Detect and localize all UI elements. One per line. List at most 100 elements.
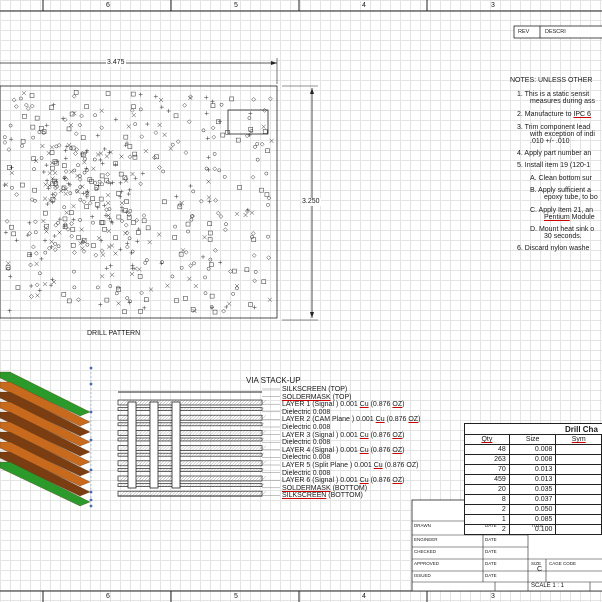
drill-symbol-cell <box>555 464 602 475</box>
via-layer-text: LAYER 6 (Signal ) 0.001 <box>282 477 360 485</box>
via-layer-text: OZ <box>392 477 403 485</box>
table-row: 20 0.035 <box>464 484 602 495</box>
drill-qty: 263 <box>464 454 510 465</box>
dimension-height: 3.250 <box>301 198 321 206</box>
drill-symbol-cell <box>555 514 602 525</box>
table-row: 2 0.050 <box>464 504 602 515</box>
table-row: 8 0.037 <box>464 494 602 505</box>
date-label: DATE <box>485 549 497 554</box>
via-layer-text: (0.876 <box>368 477 393 485</box>
via-layer-text: OZ <box>392 431 403 439</box>
via-layer-text: LAYER 3 (Signal ) 0.001 <box>282 431 360 439</box>
drill-chart-header-qty: Qty <box>464 434 510 445</box>
via-layer-text: ) <box>418 416 421 424</box>
drill-chart-title: Drill Cha <box>565 425 598 434</box>
drill-size: 0.035 <box>508 484 557 495</box>
note-5a: A. Clean bottom sur <box>530 175 592 182</box>
drill-qty: 8 <box>464 494 510 505</box>
issued-label: ISSUED <box>414 573 431 578</box>
note-5b-cont: epoxy tube, to bo <box>544 194 598 201</box>
via-layer-text: (0.876 <box>368 431 393 439</box>
drill-pattern-label: DRILL PATTERN <box>87 330 141 337</box>
checked-label: CHECKED <box>414 549 437 554</box>
rev-column-header: REV <box>518 29 530 35</box>
note-2: 2. Manufacture to IPC 6 <box>517 111 591 118</box>
note-3-tolerance: .010 +/- .010 <box>530 138 570 145</box>
date-label: DATE <box>485 573 497 578</box>
via-layer-text: SOLDERMASK <box>282 393 331 401</box>
notes-title: NOTES: UNLESS OTHER <box>510 77 593 84</box>
drill-size: 0.037 <box>508 494 557 505</box>
cage-code-label: CAGE CODE <box>549 561 577 566</box>
via-layer-text: (BOTTOM) <box>330 484 368 492</box>
date-label: DATE <box>485 523 497 528</box>
drill-chart-table: Qty Size Sym 48 0.008 263 0.008 70 0.013 45… <box>464 434 602 535</box>
drill-qty: 20 <box>464 484 510 495</box>
size-value: C <box>537 566 543 573</box>
table-row: 70 0.013 <box>464 464 602 475</box>
date-label: DATE <box>485 537 497 542</box>
drill-symbol-cell <box>555 504 602 515</box>
via-layer-label: SILKSCREEN (BOTTOM) <box>282 492 363 500</box>
note-5c-cont: Pentium Module <box>544 214 595 221</box>
drill-symbol-cell <box>555 454 602 465</box>
table-row: 263 0.008 <box>464 454 602 465</box>
drill-chart-header-row: Qty Size Sym <box>464 434 602 445</box>
via-layer-text: LAYER 1 (Signal ) 0.001 <box>282 401 360 409</box>
via-layer-text: (BOTTOM) <box>326 492 363 500</box>
via-layer-text: Cu <box>359 401 369 409</box>
drawn-label: DRAWN <box>414 523 431 528</box>
note-1-cont: measures during ass <box>530 98 595 105</box>
drill-size: 0.008 <box>508 444 557 455</box>
table-row: 459 0.013 <box>464 474 602 485</box>
via-layer-text: (TOP) <box>330 393 352 401</box>
approved-label: APPROVED <box>414 561 440 566</box>
via-layer-text: ) <box>402 401 405 409</box>
via-layer-text: Dielectric 0.008 <box>282 469 331 477</box>
via-layer-text: Cu <box>359 431 369 439</box>
drill-symbol-cell <box>555 474 602 485</box>
via-layer-text: Cu <box>359 446 369 454</box>
via-layer-text: (0.876 <box>368 446 393 454</box>
drill-symbol-cell <box>555 484 602 495</box>
note-6: 6. Discard nylon washe <box>517 245 590 252</box>
via-layer-text: (0.876 OZ) <box>382 462 419 469</box>
via-layer-text: Dielectric 0.008 <box>282 439 331 447</box>
via-layer-text: SILKSCREEN <box>282 492 327 500</box>
title-label: TITLE <box>531 523 544 528</box>
via-layer-text: ) <box>402 477 405 485</box>
via-layer-text: ) <box>402 431 405 439</box>
via-layer-text: Cu <box>375 416 385 424</box>
via-layer-text: SOLDERMASK <box>282 484 331 492</box>
drill-qty: 48 <box>464 444 510 455</box>
drill-chart-header-size: Size <box>508 434 557 445</box>
via-layer-text: OZ <box>408 416 419 424</box>
scale-label: SCALE 1 : 1 <box>531 583 565 589</box>
note-5: 5. Install item 19 (120-1 <box>517 162 591 169</box>
description-column-header: DESCRI <box>545 29 566 35</box>
date-label: DATE <box>485 561 497 566</box>
table-row: 48 0.008 <box>464 444 602 455</box>
via-layer-text: ) <box>402 446 405 454</box>
via-layer-text: Dielectric 0.008 <box>282 408 331 416</box>
drill-symbol-cell <box>555 494 602 505</box>
drill-qty: 459 <box>464 474 510 485</box>
via-stackup-title: VIA STACK-UP <box>246 376 301 385</box>
dimension-width: 3.475 <box>106 59 126 67</box>
drill-size: 0.008 <box>508 454 557 465</box>
note-5d-cont: 30 seconds. <box>544 233 582 240</box>
via-layer-text: Dielectric 0.008 <box>282 424 331 431</box>
note-4: 4. Apply part number an <box>517 150 592 157</box>
via-layer-text: (0.876 <box>384 416 409 424</box>
via-layer-text: Dielectric 0.008 <box>282 454 331 462</box>
engineer-label: ENGINEER <box>414 537 438 542</box>
via-layer-text: LAYER 5 (Split Plane ) 0.001 <box>282 462 374 469</box>
drill-qty: 70 <box>464 464 510 475</box>
via-layer-text: Cu <box>373 462 383 469</box>
drill-chart-header-sym: Sym <box>555 434 602 445</box>
via-layer-text: LAYER 4 (Signal ) 0.001 <box>282 446 360 454</box>
via-layer-text: (0.876 <box>368 401 393 409</box>
drill-size: 0.013 <box>508 464 557 475</box>
drill-size: 0.013 <box>508 474 557 485</box>
via-layer-text: LAYER 2 (CAM Plane ) 0.001 <box>282 416 376 424</box>
